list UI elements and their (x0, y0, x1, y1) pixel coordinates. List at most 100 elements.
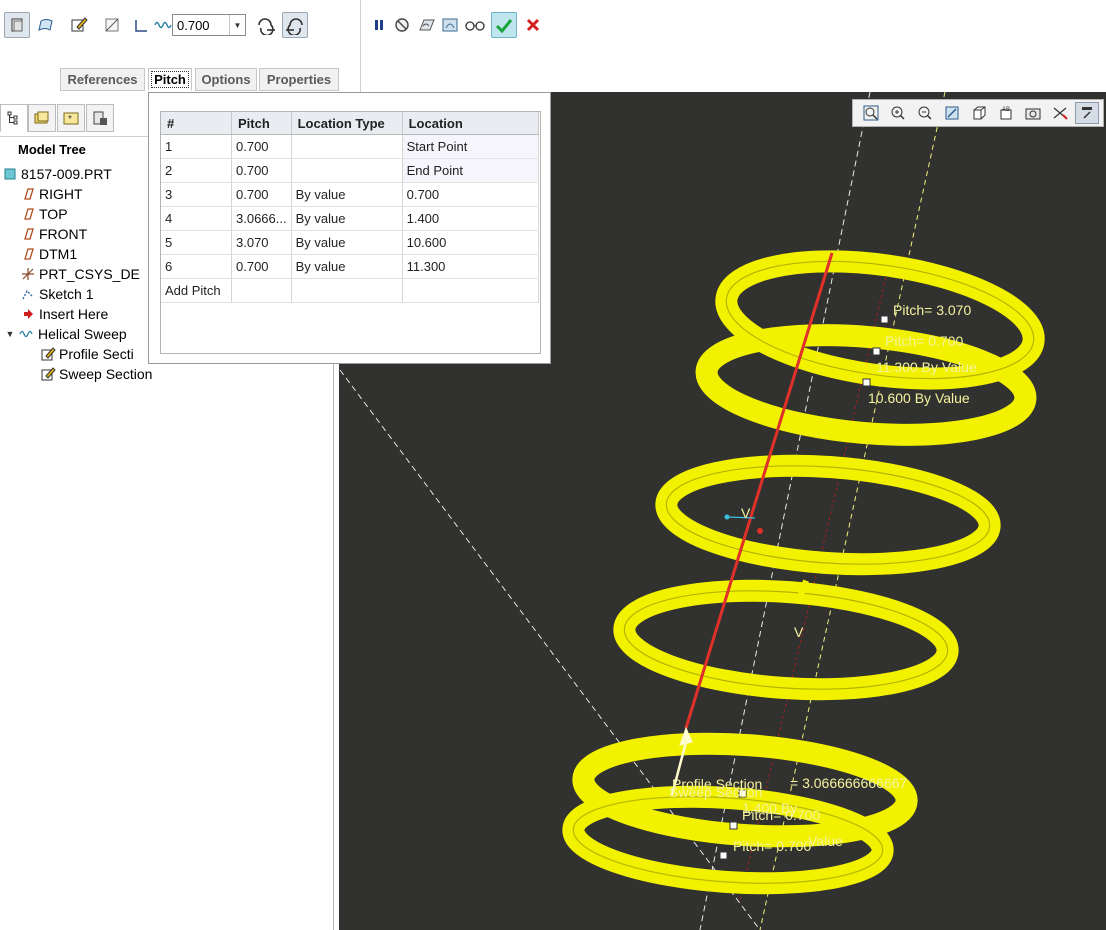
location-type-cell[interactable]: By value (291, 182, 403, 207)
pitch-cell[interactable]: 0.700 (231, 158, 292, 183)
section-icon (40, 346, 56, 362)
datum-plane-icon (20, 186, 36, 202)
row-number: 4 (161, 206, 232, 231)
tree-item-profile-section[interactable]: Profile Secti (40, 344, 134, 364)
location-type-cell[interactable]: By value (291, 230, 403, 255)
svg-text:AB: AB (1002, 107, 1010, 113)
saved-views-icon[interactable]: AB (994, 102, 1018, 124)
sketch-icon (20, 286, 36, 302)
table-row[interactable]: 6 0.700 By value 11.300 (161, 254, 539, 279)
pitch-cell[interactable]: 3.0666... (231, 206, 292, 231)
cancel-icon[interactable] (520, 12, 546, 38)
tab-properties-label: Properties (266, 72, 332, 87)
solid-icon[interactable] (4, 12, 30, 38)
tree-item-part[interactable]: 8157-009.PRT (2, 164, 112, 184)
pitch-annotation[interactable]: Pitch= 0.700 (885, 333, 963, 349)
tree-item-sketch1[interactable]: Sketch 1 (20, 284, 93, 304)
annotation-display-icon[interactable] (1075, 102, 1099, 124)
favorites-tab-icon[interactable]: * (57, 104, 85, 132)
add-pitch-button[interactable]: Add Pitch (161, 278, 232, 303)
pitch-cell[interactable]: 0.700 (231, 254, 292, 279)
pitch-annotation[interactable]: Pitch= 0.700 (742, 807, 820, 823)
left-handed-icon[interactable] (253, 12, 279, 38)
tab-options[interactable]: Options (195, 68, 257, 91)
model-tree-tab-icon[interactable] (0, 104, 28, 132)
tab-properties[interactable]: Properties (259, 68, 339, 91)
repaint-icon[interactable] (940, 102, 964, 124)
table-row[interactable]: 5 3.070 By value 10.600 (161, 230, 539, 255)
location-cell[interactable]: 0.700 (402, 182, 539, 207)
table-row[interactable]: 3 0.700 By value 0.700 (161, 182, 539, 207)
ok-icon[interactable] (491, 12, 517, 38)
tree-item-helical-sweep[interactable]: ▼ Helical Sweep (4, 324, 127, 344)
tree-item-sweep-section[interactable]: Sweep Section (40, 364, 152, 384)
location-type-cell[interactable] (291, 158, 403, 183)
empty-cell (402, 278, 539, 303)
tree-item-label: Sweep Section (59, 366, 153, 382)
pitch-annotation[interactable]: = 3.066666666667 (790, 775, 907, 791)
sweep-section-label[interactable]: Sweep Section (669, 784, 762, 800)
verify-icon[interactable] (462, 12, 488, 38)
tab-references[interactable]: References (60, 68, 145, 91)
table-row[interactable]: 2 0.700 End Point (161, 158, 539, 183)
right-handed-icon[interactable] (282, 12, 308, 38)
pitch-annotation[interactable]: Pitch= 0.700 (733, 838, 811, 854)
table-row[interactable]: 4 3.0666... By value 1.400 (161, 206, 539, 231)
tree-item-front[interactable]: FRONT (20, 224, 87, 244)
no-preview-icon[interactable] (389, 12, 415, 38)
tree-item-label: TOP (39, 206, 68, 222)
zoom-out-icon[interactable] (913, 102, 937, 124)
collapse-triangle-icon[interactable]: ▼ (4, 326, 16, 342)
location-annotation[interactable]: 10.600 By Value (868, 390, 970, 406)
tree-item-label: PRT_CSYS_DE (39, 266, 140, 282)
location-cell[interactable]: End Point (402, 158, 539, 183)
pitch-value-combo[interactable]: 0.700 ▼ (172, 14, 246, 36)
row-number: 3 (161, 182, 232, 207)
sketch-icon[interactable] (66, 12, 92, 38)
column-header-location: Location (402, 112, 539, 135)
model-tree-title: Model Tree (18, 142, 86, 157)
pitch-cell[interactable]: 0.700 (231, 182, 292, 207)
tree-item-insert-here[interactable]: Insert Here (20, 304, 108, 324)
surface-icon[interactable] (33, 12, 59, 38)
pitch-point-handle[interactable] (862, 378, 871, 387)
table-row[interactable]: 1 0.700 Start Point (161, 134, 539, 159)
location-type-cell[interactable]: By value (291, 254, 403, 279)
tree-item-label: RIGHT (39, 186, 83, 202)
pitch-annotation[interactable]: Pitch= 3.070 (893, 302, 971, 318)
tree-item-right[interactable]: RIGHT (20, 184, 83, 204)
tree-item-csys[interactable]: PRT_CSYS_DE (20, 264, 140, 284)
location-annotation[interactable]: Value (808, 833, 843, 849)
folder-browser-tab-icon[interactable] (28, 104, 56, 132)
location-cell[interactable]: Start Point (402, 134, 539, 159)
location-cell[interactable]: 1.400 (402, 206, 539, 231)
location-annotation[interactable]: 11.300 By Value (876, 359, 977, 375)
tree-item-top[interactable]: TOP (20, 204, 68, 224)
tab-references-label: References (67, 72, 138, 87)
add-pitch-row[interactable]: Add Pitch (161, 278, 539, 303)
location-type-cell[interactable] (291, 134, 403, 159)
tree-item-label: FRONT (39, 226, 88, 242)
layers-tab-icon[interactable] (86, 104, 114, 132)
remove-material-icon[interactable] (99, 12, 125, 38)
location-cell[interactable]: 11.300 (402, 254, 539, 279)
tree-item-dtm1[interactable]: DTM1 (20, 244, 77, 264)
pitch-value[interactable]: 0.700 (177, 18, 210, 33)
pitch-cell[interactable]: 3.070 (231, 230, 292, 255)
location-type-cell[interactable]: By value (291, 206, 403, 231)
detached-preview-icon[interactable] (437, 12, 463, 38)
pitch-point-handle[interactable] (872, 347, 881, 356)
datum-axis-line (339, 369, 761, 930)
pitch-point-handle[interactable] (880, 315, 889, 324)
display-style-icon[interactable] (967, 102, 991, 124)
pitch-point-handle[interactable] (729, 821, 738, 830)
chevron-down-icon[interactable]: ▼ (229, 15, 245, 35)
refit-icon[interactable] (859, 102, 883, 124)
pitch-cell[interactable]: 0.700 (231, 134, 292, 159)
pitch-point-handle[interactable] (719, 851, 728, 860)
view-manager-icon[interactable] (1021, 102, 1045, 124)
zoom-in-icon[interactable] (886, 102, 910, 124)
datum-display-icon[interactable] (1048, 102, 1072, 124)
tab-pitch[interactable]: Pitch (148, 68, 192, 91)
location-cell[interactable]: 10.600 (402, 230, 539, 255)
